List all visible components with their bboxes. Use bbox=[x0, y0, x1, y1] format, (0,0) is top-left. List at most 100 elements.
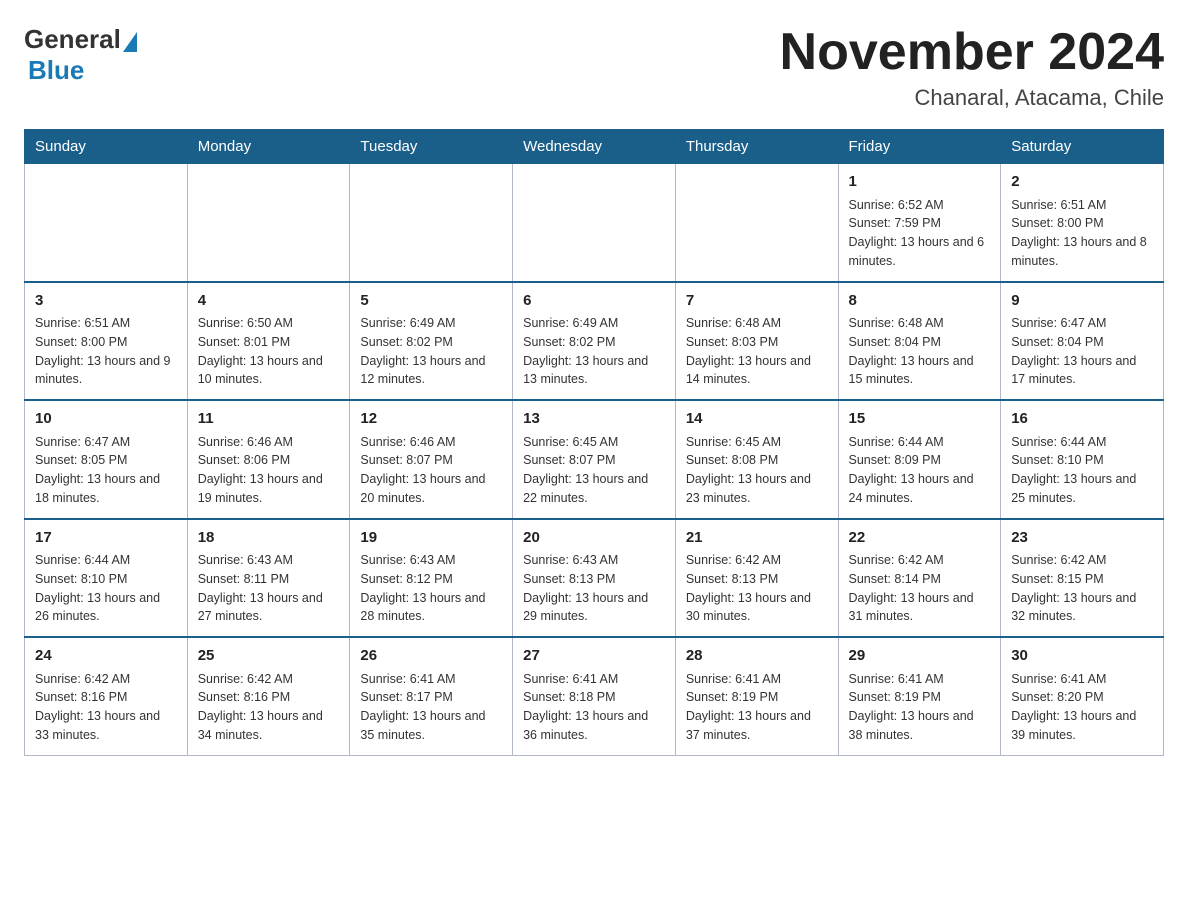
calendar-cell-w1-d3 bbox=[350, 164, 513, 282]
sunrise-text: Sunrise: 6:47 AM bbox=[35, 435, 130, 449]
col-monday: Monday bbox=[187, 130, 350, 164]
calendar-cell-w4-d4: 20 Sunrise: 6:43 AM Sunset: 8:13 PM Dayl… bbox=[513, 519, 676, 638]
sunrise-text: Sunrise: 6:42 AM bbox=[198, 672, 293, 686]
calendar-cell-w4-d3: 19 Sunrise: 6:43 AM Sunset: 8:12 PM Dayl… bbox=[350, 519, 513, 638]
calendar-cell-w5-d1: 24 Sunrise: 6:42 AM Sunset: 8:16 PM Dayl… bbox=[25, 637, 188, 755]
calendar-week-5: 24 Sunrise: 6:42 AM Sunset: 8:16 PM Dayl… bbox=[25, 637, 1164, 755]
sunset-text: Sunset: 8:00 PM bbox=[1011, 216, 1103, 230]
daylight-text: Daylight: 13 hours and 29 minutes. bbox=[523, 591, 648, 624]
sunrise-text: Sunrise: 6:49 AM bbox=[523, 316, 618, 330]
sunset-text: Sunset: 8:06 PM bbox=[198, 453, 290, 467]
daylight-text: Daylight: 13 hours and 14 minutes. bbox=[686, 354, 811, 387]
sunset-text: Sunset: 8:08 PM bbox=[686, 453, 778, 467]
calendar-cell-w2-d3: 5 Sunrise: 6:49 AM Sunset: 8:02 PM Dayli… bbox=[350, 282, 513, 401]
col-saturday: Saturday bbox=[1001, 130, 1164, 164]
sunrise-text: Sunrise: 6:42 AM bbox=[35, 672, 130, 686]
sunrise-text: Sunrise: 6:46 AM bbox=[198, 435, 293, 449]
calendar-cell-w5-d6: 29 Sunrise: 6:41 AM Sunset: 8:19 PM Dayl… bbox=[838, 637, 1001, 755]
sunset-text: Sunset: 8:07 PM bbox=[360, 453, 452, 467]
calendar-cell-w4-d2: 18 Sunrise: 6:43 AM Sunset: 8:11 PM Dayl… bbox=[187, 519, 350, 638]
day-number: 3 bbox=[35, 290, 177, 313]
calendar-cell-w1-d4 bbox=[513, 164, 676, 282]
calendar-cell-w3-d4: 13 Sunrise: 6:45 AM Sunset: 8:07 PM Dayl… bbox=[513, 400, 676, 519]
daylight-text: Daylight: 13 hours and 12 minutes. bbox=[360, 354, 485, 387]
daylight-text: Daylight: 13 hours and 24 minutes. bbox=[849, 472, 974, 505]
calendar-cell-w3-d1: 10 Sunrise: 6:47 AM Sunset: 8:05 PM Dayl… bbox=[25, 400, 188, 519]
sunset-text: Sunset: 8:04 PM bbox=[849, 335, 941, 349]
sunrise-text: Sunrise: 6:49 AM bbox=[360, 316, 455, 330]
sunrise-text: Sunrise: 6:41 AM bbox=[686, 672, 781, 686]
col-sunday: Sunday bbox=[25, 130, 188, 164]
sunset-text: Sunset: 8:03 PM bbox=[686, 335, 778, 349]
calendar-cell-w1-d6: 1 Sunrise: 6:52 AM Sunset: 7:59 PM Dayli… bbox=[838, 164, 1001, 282]
daylight-text: Daylight: 13 hours and 33 minutes. bbox=[35, 709, 160, 742]
calendar-subtitle: Chanaral, Atacama, Chile bbox=[780, 85, 1164, 111]
sunrise-text: Sunrise: 6:43 AM bbox=[198, 553, 293, 567]
sunrise-text: Sunrise: 6:41 AM bbox=[523, 672, 618, 686]
calendar-cell-w3-d5: 14 Sunrise: 6:45 AM Sunset: 8:08 PM Dayl… bbox=[675, 400, 838, 519]
daylight-text: Daylight: 13 hours and 19 minutes. bbox=[198, 472, 323, 505]
sunrise-text: Sunrise: 6:42 AM bbox=[686, 553, 781, 567]
sunset-text: Sunset: 8:13 PM bbox=[523, 572, 615, 586]
calendar-cell-w3-d3: 12 Sunrise: 6:46 AM Sunset: 8:07 PM Dayl… bbox=[350, 400, 513, 519]
sunrise-text: Sunrise: 6:45 AM bbox=[686, 435, 781, 449]
sunset-text: Sunset: 8:09 PM bbox=[849, 453, 941, 467]
daylight-text: Daylight: 13 hours and 10 minutes. bbox=[198, 354, 323, 387]
daylight-text: Daylight: 13 hours and 6 minutes. bbox=[849, 235, 985, 268]
day-number: 30 bbox=[1011, 645, 1153, 668]
sunrise-text: Sunrise: 6:41 AM bbox=[1011, 672, 1106, 686]
daylight-text: Daylight: 13 hours and 13 minutes. bbox=[523, 354, 648, 387]
day-number: 22 bbox=[849, 527, 991, 550]
sunrise-text: Sunrise: 6:44 AM bbox=[35, 553, 130, 567]
sunrise-text: Sunrise: 6:41 AM bbox=[849, 672, 944, 686]
daylight-text: Daylight: 13 hours and 17 minutes. bbox=[1011, 354, 1136, 387]
day-number: 11 bbox=[198, 408, 340, 431]
calendar-cell-w5-d3: 26 Sunrise: 6:41 AM Sunset: 8:17 PM Dayl… bbox=[350, 637, 513, 755]
sunrise-text: Sunrise: 6:46 AM bbox=[360, 435, 455, 449]
calendar-cell-w4-d1: 17 Sunrise: 6:44 AM Sunset: 8:10 PM Dayl… bbox=[25, 519, 188, 638]
daylight-text: Daylight: 13 hours and 39 minutes. bbox=[1011, 709, 1136, 742]
day-number: 7 bbox=[686, 290, 828, 313]
logo: General Blue bbox=[24, 24, 139, 86]
calendar-cell-w4-d7: 23 Sunrise: 6:42 AM Sunset: 8:15 PM Dayl… bbox=[1001, 519, 1164, 638]
day-number: 19 bbox=[360, 527, 502, 550]
sunset-text: Sunset: 8:19 PM bbox=[849, 690, 941, 704]
calendar-cell-w5-d4: 27 Sunrise: 6:41 AM Sunset: 8:18 PM Dayl… bbox=[513, 637, 676, 755]
calendar-cell-w2-d5: 7 Sunrise: 6:48 AM Sunset: 8:03 PM Dayli… bbox=[675, 282, 838, 401]
sunset-text: Sunset: 8:07 PM bbox=[523, 453, 615, 467]
sunset-text: Sunset: 7:59 PM bbox=[849, 216, 941, 230]
calendar-week-2: 3 Sunrise: 6:51 AM Sunset: 8:00 PM Dayli… bbox=[25, 282, 1164, 401]
daylight-text: Daylight: 13 hours and 30 minutes. bbox=[686, 591, 811, 624]
sunrise-text: Sunrise: 6:44 AM bbox=[1011, 435, 1106, 449]
sunset-text: Sunset: 8:20 PM bbox=[1011, 690, 1103, 704]
daylight-text: Daylight: 13 hours and 27 minutes. bbox=[198, 591, 323, 624]
day-number: 26 bbox=[360, 645, 502, 668]
sunrise-text: Sunrise: 6:52 AM bbox=[849, 198, 944, 212]
day-number: 13 bbox=[523, 408, 665, 431]
col-tuesday: Tuesday bbox=[350, 130, 513, 164]
daylight-text: Daylight: 13 hours and 9 minutes. bbox=[35, 354, 171, 387]
sunset-text: Sunset: 8:02 PM bbox=[360, 335, 452, 349]
sunrise-text: Sunrise: 6:42 AM bbox=[1011, 553, 1106, 567]
calendar-cell-w2-d4: 6 Sunrise: 6:49 AM Sunset: 8:02 PM Dayli… bbox=[513, 282, 676, 401]
sunset-text: Sunset: 8:18 PM bbox=[523, 690, 615, 704]
calendar-cell-w5-d2: 25 Sunrise: 6:42 AM Sunset: 8:16 PM Dayl… bbox=[187, 637, 350, 755]
calendar-cell-w1-d1 bbox=[25, 164, 188, 282]
day-number: 1 bbox=[849, 171, 991, 194]
sunset-text: Sunset: 8:10 PM bbox=[35, 572, 127, 586]
calendar-week-1: 1 Sunrise: 6:52 AM Sunset: 7:59 PM Dayli… bbox=[25, 164, 1164, 282]
daylight-text: Daylight: 13 hours and 38 minutes. bbox=[849, 709, 974, 742]
sunset-text: Sunset: 8:12 PM bbox=[360, 572, 452, 586]
calendar-week-3: 10 Sunrise: 6:47 AM Sunset: 8:05 PM Dayl… bbox=[25, 400, 1164, 519]
col-thursday: Thursday bbox=[675, 130, 838, 164]
sunset-text: Sunset: 8:16 PM bbox=[198, 690, 290, 704]
calendar-header-row: Sunday Monday Tuesday Wednesday Thursday… bbox=[25, 130, 1164, 164]
daylight-text: Daylight: 13 hours and 25 minutes. bbox=[1011, 472, 1136, 505]
calendar-cell-w2-d7: 9 Sunrise: 6:47 AM Sunset: 8:04 PM Dayli… bbox=[1001, 282, 1164, 401]
day-number: 16 bbox=[1011, 408, 1153, 431]
day-number: 9 bbox=[1011, 290, 1153, 313]
day-number: 27 bbox=[523, 645, 665, 668]
sunrise-text: Sunrise: 6:48 AM bbox=[849, 316, 944, 330]
calendar-cell-w2-d6: 8 Sunrise: 6:48 AM Sunset: 8:04 PM Dayli… bbox=[838, 282, 1001, 401]
day-number: 29 bbox=[849, 645, 991, 668]
